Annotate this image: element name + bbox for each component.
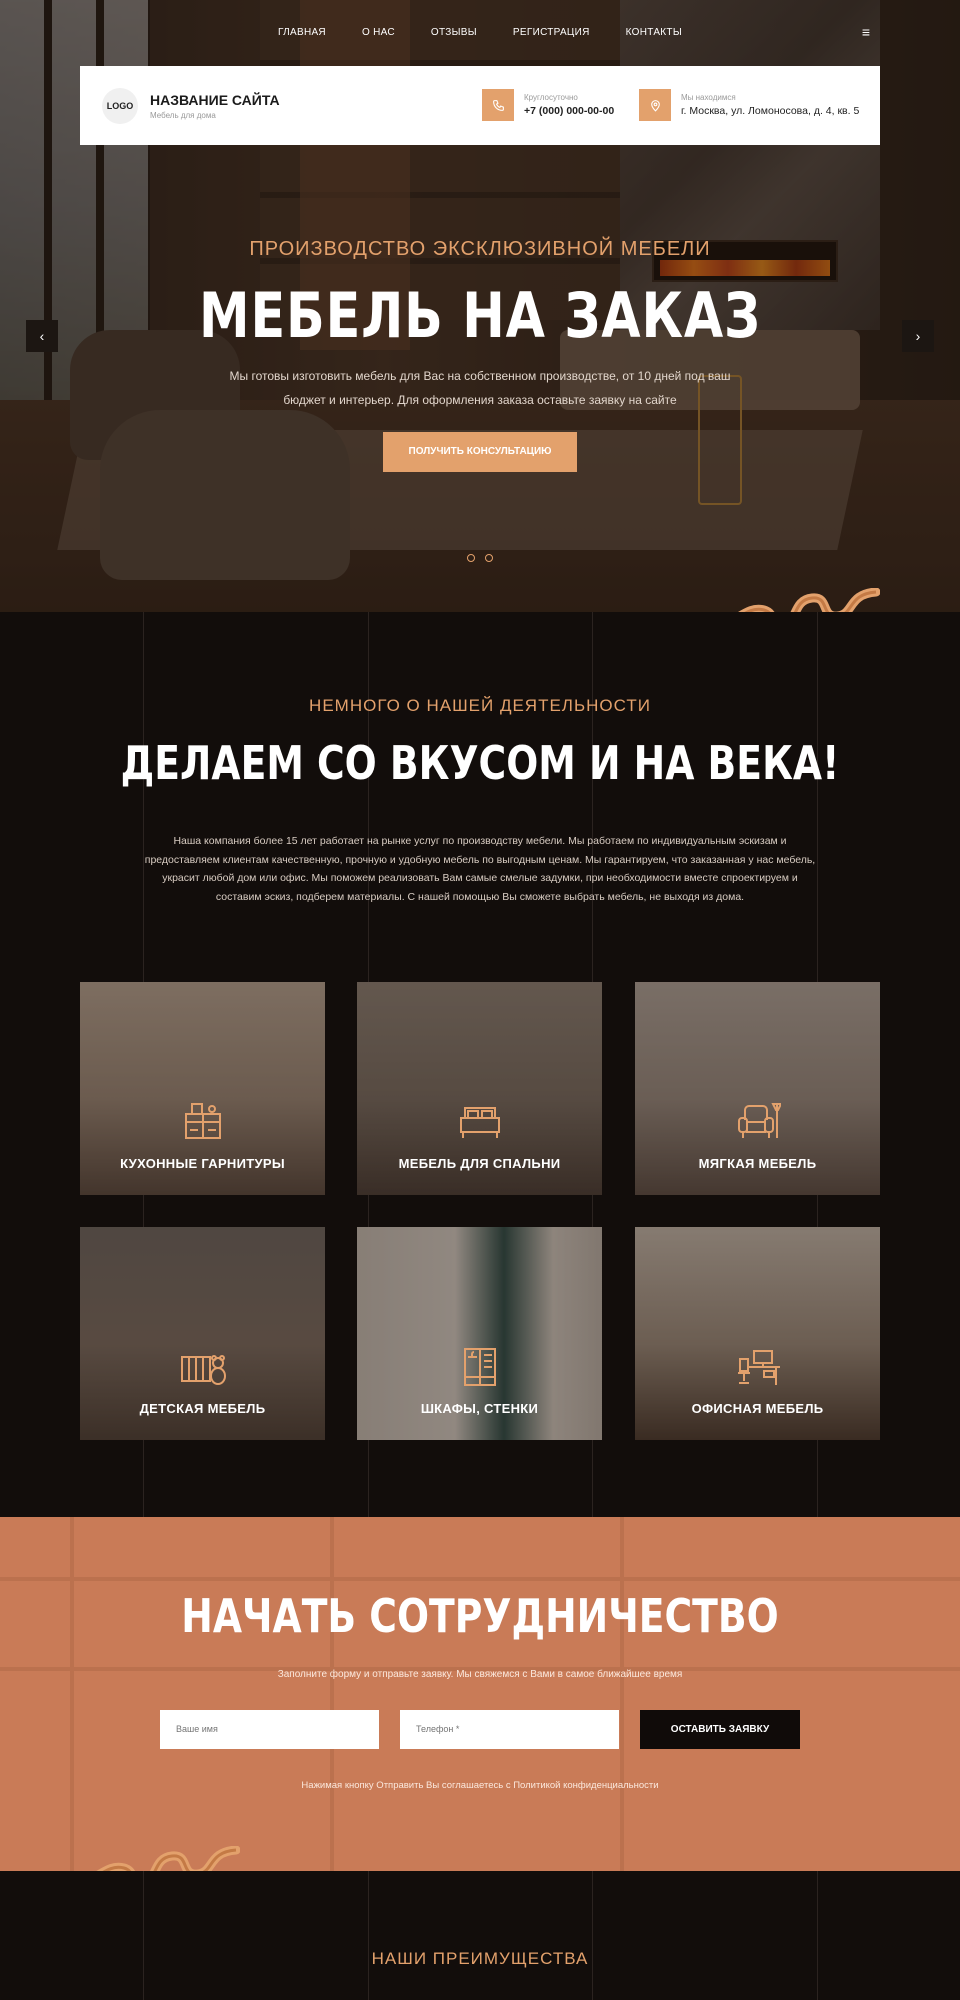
privacy-consent-text[interactable]: Нажимая кнопку Отправить Вы соглашаетесь… (0, 1780, 960, 1791)
bed-icon (457, 1100, 503, 1147)
hero-content: ПРОИЗВОДСТВО ЭКСКЛЮЗИВНОЙ МЕБЕЛИ МЕБЕЛЬ … (0, 238, 960, 472)
category-card-wardrobes[interactable]: ШКАФЫ, СТЕНКИ (357, 1227, 602, 1440)
address-contact: Мы находимся г. Москва, ул. Ломоносова, … (639, 89, 859, 121)
nav-item-registration[interactable]: РЕГИСТРАЦИЯ (513, 27, 590, 38)
category-card-soft-furniture[interactable]: МЯГКАЯ МЕБЕЛЬ (635, 982, 880, 1195)
hero-title: МЕБЕЛЬ НА ЗАКАЗ (199, 279, 761, 352)
slider-prev-arrow-icon[interactable]: ‹ (26, 320, 58, 352)
site-tagline: Мебель для дома (150, 110, 216, 120)
category-card-bedroom[interactable]: МЕБЕЛЬ ДЛЯ СПАЛЬНИ (357, 982, 602, 1195)
logo[interactable]: LOGO (102, 87, 138, 124)
hero-subtitle: ПРОИЗВОДСТВО ЭКСКЛЮЗИВНОЙ МЕБЕЛИ (249, 238, 711, 260)
cooperation-background-image (0, 1517, 960, 1871)
nav-item-reviews[interactable]: ОТЗЫВЫ (431, 27, 477, 38)
hero-description: Мы готовы изготовить мебель для Вас на с… (229, 369, 731, 407)
site-title-block: НАЗВАНИЕ САЙТА Мебель для дома (150, 92, 280, 120)
get-consultation-button[interactable]: ПОЛУЧИТЬ КОНСУЛЬТАЦИЮ (383, 432, 577, 472)
nav-item-home[interactable]: ГЛАВНАЯ (278, 27, 326, 38)
header-bar: LOGO НАЗВАНИЕ САЙТА Мебель для дома Круг… (80, 66, 880, 145)
slider-dots (0, 554, 960, 562)
kitchen-icon (182, 1100, 224, 1147)
category-label: МЕБЕЛЬ ДЛЯ СПАЛЬНИ (398, 1156, 561, 1171)
about-title: ДЕЛАЕМ СО ВКУСОМ И НА ВЕКА! (120, 736, 840, 790)
address-text: г. Москва, ул. Ломоносова, д. 4, кв. 5 (681, 105, 860, 117)
hamburger-icon[interactable]: ≡ (862, 24, 870, 40)
cooperation-title: НАЧАТЬ СОТРУДНИЧЕСТВО (181, 1589, 779, 1643)
about-subtitle: НЕМНОГО О НАШЕЙ ДЕЯТЕЛЬНОСТИ (309, 696, 651, 715)
about-section: НЕМНОГО О НАШЕЙ ДЕЯТЕЛЬНОСТИ ДЕЛАЕМ СО В… (0, 612, 960, 1517)
hero-section: ГЛАВНАЯ О НАС ОТЗЫВЫ РЕГИСТРАЦИЯ КОНТАКТ… (0, 0, 960, 612)
location-icon (639, 89, 671, 121)
category-card-kitchen[interactable]: КУХОННЫЕ ГАРНИТУРЫ (80, 982, 325, 1195)
phone-input[interactable] (400, 1710, 619, 1749)
phone-number[interactable]: +7 (000) 000-00-00 (524, 105, 614, 117)
cooperation-section: НАЧАТЬ СОТРУДНИЧЕСТВО Заполните форму и … (0, 1517, 960, 1871)
category-label: ДЕТСКАЯ МЕБЕЛЬ (139, 1401, 266, 1416)
category-label: ОФИСНАЯ МЕБЕЛЬ (691, 1401, 824, 1416)
category-label: КУХОННЫЕ ГАРНИТУРЫ (120, 1156, 285, 1171)
advantages-subtitle: НАШИ ПРЕИМУЩЕСТВА (371, 1949, 589, 1968)
category-card-office[interactable]: ОФИСНАЯ МЕБЕЛЬ (635, 1227, 880, 1440)
advantages-section: НАШИ ПРЕИМУЩЕСТВА (0, 1871, 960, 2000)
crib-icon (178, 1345, 228, 1394)
slider-next-arrow-icon[interactable]: › (902, 320, 934, 352)
slider-dot[interactable] (467, 554, 475, 562)
nav-item-about[interactable]: О НАС (362, 27, 395, 38)
slider-dot[interactable] (485, 554, 493, 562)
phone-icon (482, 89, 514, 121)
address-label: Мы находимся (681, 93, 736, 102)
category-card-children[interactable]: ДЕТСКАЯ МЕБЕЛЬ (80, 1227, 325, 1440)
about-text: Наша компания более 15 лет работает на р… (144, 835, 816, 903)
category-label: МЯГКАЯ МЕБЕЛЬ (698, 1156, 817, 1171)
office-desk-icon (734, 1345, 782, 1394)
top-navigation: ГЛАВНАЯ О НАС ОТЗЫВЫ РЕГИСТРАЦИЯ КОНТАКТ… (0, 0, 960, 64)
armchair-icon (735, 1100, 783, 1147)
submit-request-button[interactable]: ОСТАВИТЬ ЗАЯВКУ (640, 1710, 800, 1749)
site-name[interactable]: НАЗВАНИЕ САЙТА (150, 92, 280, 108)
phone-label: Круглосуточно (524, 93, 578, 102)
name-input[interactable] (160, 1710, 379, 1749)
wardrobe-icon (459, 1345, 501, 1394)
nav-item-contacts[interactable]: КОНТАКТЫ (626, 27, 682, 38)
category-label: ШКАФЫ, СТЕНКИ (420, 1401, 539, 1416)
cooperation-description: Заполните форму и отправьте заявку. Мы с… (277, 1669, 683, 1680)
phone-contact: Круглосуточно +7 (000) 000-00-00 (482, 89, 614, 121)
background-grid-lines (0, 1871, 960, 2000)
